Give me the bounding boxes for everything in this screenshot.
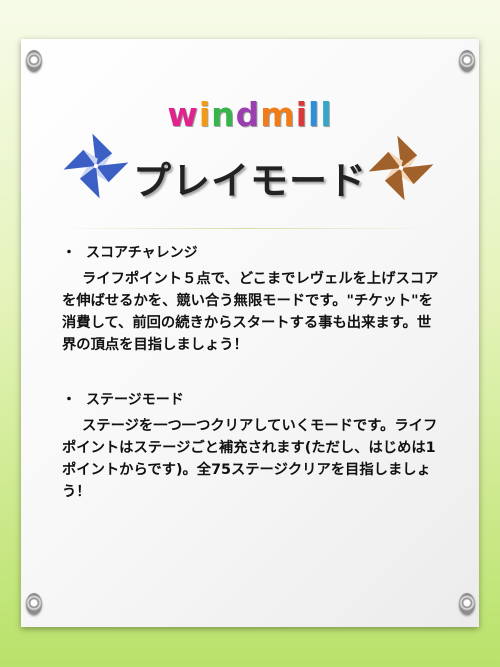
section-body-text: ライフポイント５点で、どこまでレヴェルを上げスコアを伸ばせるかを、競い合う無限モ…	[62, 271, 439, 353]
logo-letter: m	[260, 95, 296, 134]
section-body: ステージを一つ一つクリアしていくモードです。ライフポイントはステージごと補充され…	[62, 415, 442, 503]
section-heading: ・ステージモード	[62, 389, 442, 409]
divider	[60, 228, 432, 229]
logo-letter: w	[167, 95, 199, 134]
logo-letter: i	[295, 95, 308, 134]
windmill-logo: w i n d m i l l	[0, 94, 500, 134]
screw-icon	[26, 593, 42, 615]
bullet: ・	[62, 392, 76, 408]
bullet: ・	[62, 245, 76, 261]
screw-icon	[459, 50, 475, 72]
logo-letter: l	[320, 95, 333, 134]
section-heading-text: ステージモード	[86, 392, 184, 408]
logo-letter: i	[198, 95, 212, 134]
section-score-challenge: ・スコアチャレンジ ライフポイント５点で、どこまでレヴェルを上げスコアを伸ばせる…	[62, 242, 442, 356]
section-body-text: ステージを一つ一つクリアしていくモードです。ライフポイントはステージごと補充され…	[62, 418, 438, 500]
screw-icon	[459, 593, 475, 615]
page-title: プレイモード	[132, 159, 367, 203]
section-heading: ・スコアチャレンジ	[62, 242, 442, 262]
logo-letter: d	[235, 95, 261, 134]
section-heading-text: スコアチャレンジ	[86, 245, 198, 261]
screw-icon	[26, 50, 42, 72]
logo-letter: n	[211, 95, 236, 134]
logo-letter: l	[308, 95, 321, 134]
section-stage-mode: ・ステージモード ステージを一つ一つクリアしていくモードです。ライフポイントはス…	[62, 389, 442, 503]
section-body: ライフポイント５点で、どこまでレヴェルを上げスコアを伸ばせるかを、競い合う無限モ…	[62, 268, 442, 356]
